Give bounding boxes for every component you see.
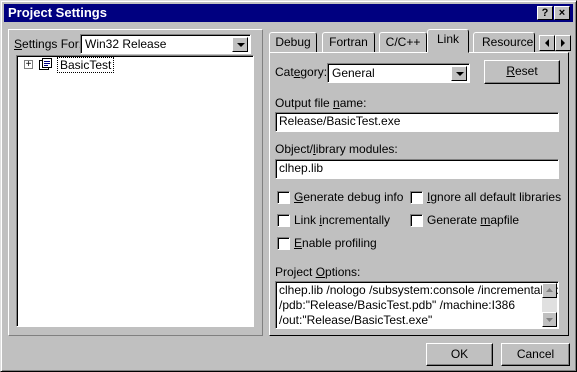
- category-label: Category:: [275, 65, 328, 79]
- ignore-default-libraries-label[interactable]: Ignore all default libraries: [427, 190, 561, 204]
- link-incrementally-label[interactable]: Link incrementally: [294, 213, 390, 227]
- output-file-field[interactable]: Release/BasicTest.exe: [275, 112, 559, 132]
- window-title: Project Settings: [8, 5, 107, 20]
- tree-expand-icon[interactable]: +: [24, 60, 33, 70]
- object-library-field[interactable]: clhep.lib: [275, 159, 559, 179]
- enable-profiling-label[interactable]: Enable profiling: [294, 236, 377, 250]
- settings-for-dropdown[interactable]: Win32 Release: [80, 34, 251, 54]
- project-options-textarea[interactable]: clhep.lib /nologo /subsystem:console /in…: [275, 281, 559, 329]
- reset-button[interactable]: Reset: [484, 60, 560, 84]
- generate-debug-info-label[interactable]: Generate debug info: [294, 190, 403, 204]
- project-options-label: Project Options:: [275, 265, 361, 279]
- ok-button[interactable]: OK: [426, 343, 493, 366]
- tab-resource[interactable]: Resource: [473, 32, 535, 52]
- category-value: General: [332, 66, 375, 80]
- tab-cpp[interactable]: C/C++: [379, 32, 427, 52]
- close-button[interactable]: ×: [554, 6, 570, 20]
- help-button[interactable]: ?: [537, 6, 553, 20]
- scroll-down-button[interactable]: [542, 312, 557, 327]
- arrow-up-icon: [546, 288, 553, 292]
- tab-debug[interactable]: Debug: [269, 32, 317, 52]
- tab-scroll-left-button[interactable]: [539, 35, 555, 51]
- chevron-down-icon[interactable]: [451, 66, 467, 81]
- options-line: /pdb:"Release/BasicTest.pdb" /machine:I3…: [279, 298, 515, 312]
- ignore-default-libraries-checkbox[interactable]: [410, 191, 423, 204]
- generate-debug-info-checkbox[interactable]: [277, 191, 290, 204]
- project-tree[interactable]: + BasicTest: [16, 55, 254, 327]
- cancel-button[interactable]: Cancel: [501, 343, 570, 366]
- settings-for-value: Win32 Release: [85, 37, 167, 51]
- output-file-label: Output file name:: [275, 96, 367, 110]
- close-icon: ×: [558, 7, 566, 19]
- link-incrementally-checkbox[interactable]: [277, 214, 290, 227]
- chevron-right-icon: [561, 39, 565, 47]
- category-dropdown[interactable]: General: [327, 63, 470, 83]
- options-line: /out:"Release/BasicTest.exe": [279, 313, 433, 327]
- object-library-label: Object/library modules:: [275, 142, 398, 156]
- arrow-down-icon: [546, 318, 553, 322]
- project-settings-dialog: Project Settings ? × Settings For: Win32…: [0, 0, 577, 372]
- scroll-up-button[interactable]: [542, 283, 557, 298]
- project-icon: [39, 58, 52, 71]
- options-line: clhep.lib /nologo /subsystem:console /in…: [279, 283, 559, 297]
- help-icon: ?: [541, 7, 549, 19]
- options-scrollbar[interactable]: [542, 283, 557, 327]
- tab-scroll-right-button[interactable]: [555, 35, 571, 51]
- generate-mapfile-checkbox[interactable]: [410, 214, 423, 227]
- tab-fortran[interactable]: Fortran: [322, 32, 375, 52]
- chevron-left-icon: [545, 39, 549, 47]
- chevron-down-icon[interactable]: [232, 37, 248, 52]
- tree-item-basictest[interactable]: BasicTest: [57, 57, 115, 73]
- title-bar: Project Settings ? ×: [4, 4, 573, 22]
- settings-for-label: Settings For:: [14, 37, 83, 51]
- enable-profiling-checkbox[interactable]: [277, 237, 290, 250]
- tab-link[interactable]: Link: [427, 29, 469, 53]
- generate-mapfile-label[interactable]: Generate mapfile: [427, 213, 519, 227]
